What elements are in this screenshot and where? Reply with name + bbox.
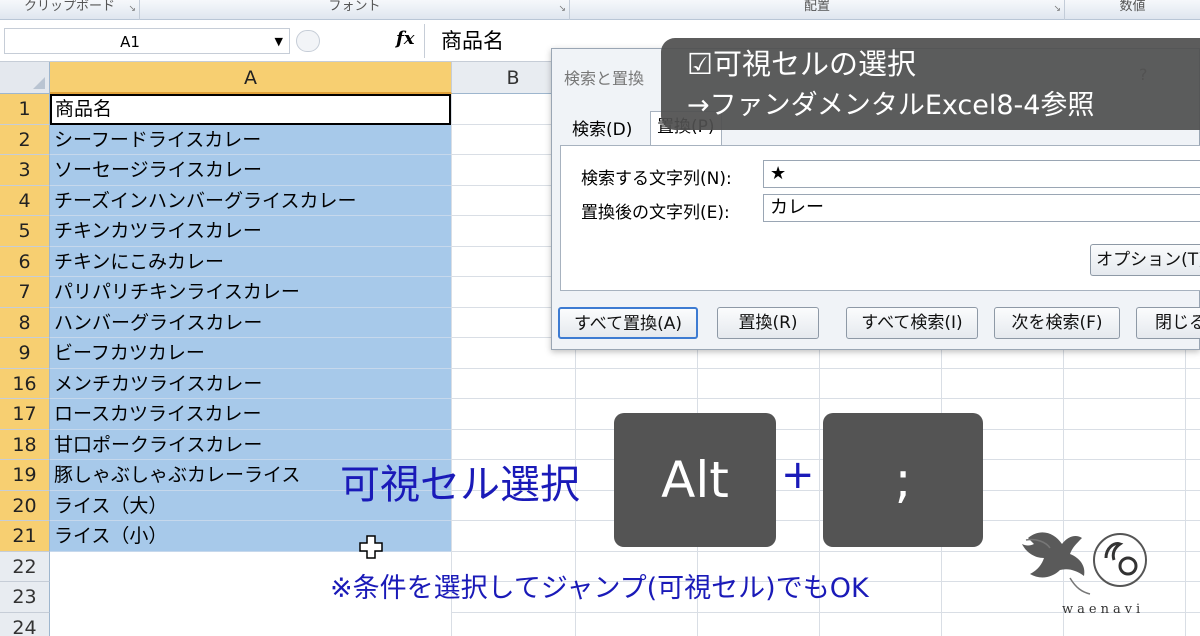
- row-header[interactable]: 24: [0, 612, 50, 636]
- chevron-down-icon[interactable]: ▼: [275, 35, 283, 48]
- alternative-hint: ※条件を選択してジャンプ(可視セル)でもOK: [330, 573, 869, 604]
- row-header[interactable]: 21: [0, 521, 50, 552]
- row-header[interactable]: 4: [0, 185, 50, 216]
- cell-a[interactable]: ソーセージライスカレー: [50, 155, 451, 186]
- ribbon-group-clipboard: クリップボード ↘: [0, 0, 140, 20]
- note-reference: →ファンダメンタルExcel8-4参照: [687, 90, 1095, 121]
- row-header[interactable]: 7: [0, 277, 50, 308]
- row-header[interactable]: 5: [0, 216, 50, 247]
- ribbon-group-font: フォント ↘: [140, 0, 570, 20]
- dialog-launcher-icon[interactable]: ↘: [558, 2, 566, 16]
- cell-a[interactable]: チキンカツライスカレー: [50, 216, 451, 247]
- row-header[interactable]: 16: [0, 368, 50, 399]
- row-header[interactable]: 23: [0, 582, 50, 613]
- cross-cursor-icon: [359, 535, 383, 559]
- plus-sign: +: [781, 452, 815, 498]
- dialog-launcher-icon[interactable]: ↘: [1053, 2, 1061, 16]
- ribbon-group-label: 配置: [803, 0, 830, 14]
- note-title: ☑可視セルの選択: [687, 47, 916, 81]
- waenavi-logo: waenavi: [1010, 518, 1180, 628]
- shortcut-caption: 可視セル選択: [340, 462, 580, 508]
- row-header[interactable]: 2: [0, 124, 50, 155]
- ribbon: クリップボード ↘ フォント ↘ 配置 ↘ 数値: [0, 0, 1200, 20]
- row-header[interactable]: 17: [0, 399, 50, 430]
- tab-find[interactable]: 検索(D): [566, 115, 638, 145]
- reference-note: ☑可視セルの選択 →ファンダメンタルExcel8-4参照: [661, 38, 1200, 130]
- row-header[interactable]: 6: [0, 246, 50, 277]
- select-all-button[interactable]: [0, 62, 50, 94]
- alt-key: Alt: [614, 413, 776, 547]
- find-what-label: 検索する文字列(N):: [581, 169, 732, 189]
- ribbon-group-label: 数値: [1119, 0, 1146, 14]
- row-header[interactable]: 1: [0, 94, 50, 125]
- active-cell[interactable]: 商品名: [50, 94, 451, 125]
- ribbon-group-number: 数値: [1065, 0, 1200, 20]
- row-header[interactable]: 20: [0, 490, 50, 521]
- cell-a[interactable]: [50, 613, 451, 636]
- row-header[interactable]: 3: [0, 155, 50, 186]
- dialog-title: 検索と置換: [564, 69, 645, 88]
- column-header-a[interactable]: A: [50, 62, 452, 94]
- insert-function-icon[interactable]: fx: [396, 28, 414, 49]
- close-button[interactable]: 閉じる: [1136, 307, 1200, 339]
- find-next-button[interactable]: 次を検索(F): [994, 307, 1120, 339]
- ribbon-group-alignment: 配置 ↘: [570, 0, 1065, 20]
- replace-tab-panel: 検索する文字列(N): ★ 置換後の文字列(E): カレー オプション(T): [560, 145, 1200, 291]
- name-box-value: A1: [120, 33, 140, 51]
- cell-a[interactable]: ライス（小）: [50, 521, 451, 552]
- dialog-launcher-icon[interactable]: ↘: [128, 2, 136, 16]
- cell-a[interactable]: パリパリチキンライスカレー: [50, 277, 451, 308]
- formula-bar-resize-handle[interactable]: [296, 30, 320, 52]
- cell-a[interactable]: チキンにこみカレー: [50, 246, 451, 277]
- name-box[interactable]: A1 ▼: [4, 28, 290, 54]
- row-header[interactable]: 8: [0, 307, 50, 338]
- replace-button[interactable]: 置換(R): [717, 307, 819, 339]
- find-what-input[interactable]: ★: [763, 160, 1200, 188]
- replace-with-label: 置換後の文字列(E):: [581, 203, 730, 223]
- cell-a[interactable]: ハンバーグライスカレー: [50, 307, 451, 338]
- semicolon-key: ;: [823, 413, 983, 547]
- cell-a[interactable]: シーフードライスカレー: [50, 124, 451, 155]
- replace-with-input[interactable]: カレー: [763, 194, 1200, 222]
- cell-a[interactable]: メンチカツライスカレー: [50, 368, 451, 399]
- options-button[interactable]: オプション(T): [1090, 244, 1200, 276]
- row-header[interactable]: 19: [0, 460, 50, 491]
- ribbon-group-label: フォント: [328, 0, 381, 14]
- replace-all-button[interactable]: すべて置換(A): [558, 307, 698, 339]
- cell-a[interactable]: チーズインハンバーグライスカレー: [50, 185, 451, 216]
- ribbon-group-label: クリップボード: [23, 0, 115, 14]
- row-header[interactable]: 9: [0, 338, 50, 369]
- cell-a[interactable]: ロースカツライスカレー: [50, 399, 451, 430]
- bird-logo-icon: [1022, 532, 1147, 595]
- row-header[interactable]: 18: [0, 429, 50, 460]
- cell-a[interactable]: ビーフカツカレー: [50, 338, 451, 369]
- logo-wordmark: waenavi: [1062, 602, 1145, 617]
- row-header[interactable]: 22: [0, 551, 50, 582]
- find-all-button[interactable]: すべて検索(I): [846, 307, 978, 339]
